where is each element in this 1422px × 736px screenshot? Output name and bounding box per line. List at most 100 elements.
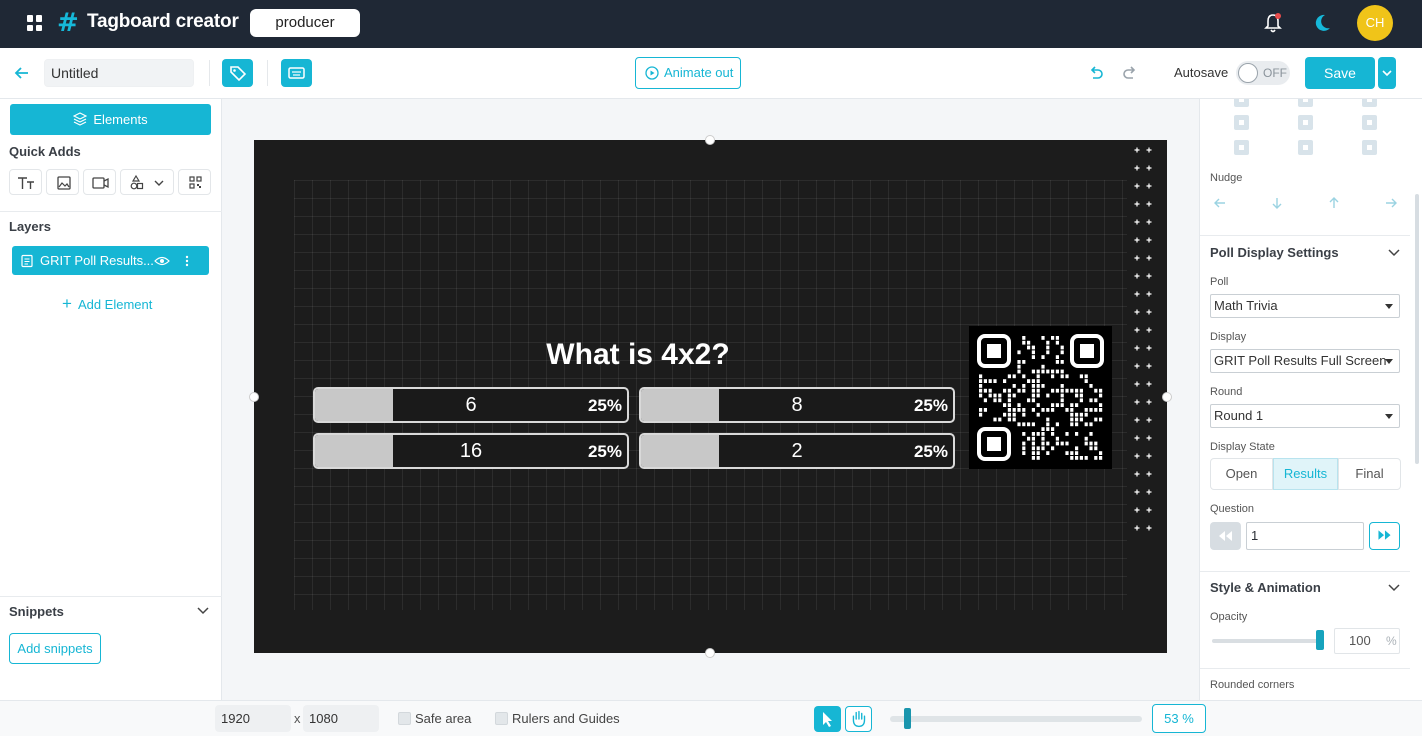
align-middle-right[interactable] bbox=[1362, 115, 1377, 130]
canvas-width-input[interactable]: 1920 bbox=[215, 705, 291, 732]
tagboard-logo-icon: # bbox=[57, 8, 79, 38]
elements-label: Elements bbox=[93, 112, 148, 127]
layer-name: GRIT Poll Results... bbox=[40, 253, 154, 268]
resize-handle-bottom[interactable] bbox=[705, 648, 715, 658]
add-qr-button[interactable] bbox=[178, 169, 211, 195]
round-label: Round bbox=[1210, 386, 1243, 398]
align-middle-center[interactable] bbox=[1298, 115, 1313, 130]
resize-handle-right[interactable] bbox=[1162, 392, 1172, 402]
state-final-button[interactable]: Final bbox=[1338, 458, 1401, 490]
more-vertical-icon[interactable] bbox=[185, 255, 189, 267]
chevron-down-icon[interactable] bbox=[1387, 583, 1401, 593]
keyboard-icon bbox=[288, 67, 305, 79]
poll-option-label: 8 bbox=[791, 394, 803, 416]
graphic-title-input[interactable] bbox=[44, 59, 194, 87]
plus-icon: + bbox=[62, 294, 72, 313]
next-question-button[interactable] bbox=[1369, 522, 1400, 550]
rounded-corners-label: Rounded corners bbox=[1210, 679, 1295, 691]
undo-icon[interactable] bbox=[1086, 63, 1106, 83]
poll-label: Poll bbox=[1210, 276, 1229, 288]
save-button[interactable]: Save bbox=[1305, 57, 1375, 89]
zoom-level-display[interactable]: 53 % bbox=[1152, 704, 1206, 733]
user-avatar[interactable]: CH bbox=[1357, 5, 1393, 41]
tag-button[interactable] bbox=[222, 59, 253, 87]
decorative-plus-pattern bbox=[1134, 147, 1152, 531]
divider bbox=[1200, 571, 1410, 572]
safe-area-checkbox[interactable] bbox=[398, 712, 411, 725]
layers-icon bbox=[73, 112, 88, 126]
poll-option: 2 25% bbox=[639, 433, 955, 469]
autosave-toggle[interactable]: OFF bbox=[1236, 61, 1290, 85]
notifications-bell-icon[interactable] bbox=[1263, 12, 1283, 34]
opacity-slider-track[interactable] bbox=[1212, 639, 1320, 643]
opacity-unit: % bbox=[1386, 634, 1397, 648]
animate-out-button[interactable]: Animate out bbox=[635, 57, 741, 89]
state-open-button[interactable]: Open bbox=[1210, 458, 1273, 490]
pan-tool-button[interactable] bbox=[845, 706, 872, 732]
keyboard-button[interactable] bbox=[281, 59, 312, 87]
apps-grid-icon[interactable] bbox=[27, 15, 43, 31]
add-element-link[interactable]: + Add Element bbox=[62, 294, 152, 314]
add-element-label: Add Element bbox=[77, 297, 153, 312]
align-top-left[interactable] bbox=[1234, 99, 1249, 107]
add-text-button[interactable] bbox=[9, 169, 42, 195]
workspace-switcher[interactable]: producer bbox=[250, 9, 360, 37]
zoom-slider-thumb[interactable] bbox=[904, 708, 911, 729]
select-tool-button[interactable] bbox=[814, 706, 841, 732]
display-select-value: GRIT Poll Results Full Screen bbox=[1214, 353, 1387, 368]
properties-panel: Nudge Poll Display Settings Poll Math Tr… bbox=[1199, 99, 1422, 700]
nudge-left-arrow-icon[interactable] bbox=[1212, 195, 1228, 211]
rulers-guides-checkbox[interactable] bbox=[495, 712, 508, 725]
elements-tab[interactable]: Elements bbox=[10, 104, 211, 135]
panel-scrollbar[interactable] bbox=[1415, 194, 1419, 464]
animate-out-label: Animate out bbox=[664, 65, 734, 80]
nudge-up-arrow-icon[interactable] bbox=[1326, 195, 1342, 211]
chevron-down-icon[interactable] bbox=[1387, 248, 1401, 258]
canvas-height-input[interactable]: 1080 bbox=[303, 705, 379, 732]
add-image-button[interactable] bbox=[46, 169, 79, 195]
align-bottom-center[interactable] bbox=[1298, 140, 1313, 155]
state-results-button[interactable]: Results bbox=[1273, 458, 1338, 490]
display-select[interactable]: GRIT Poll Results Full Screen bbox=[1210, 349, 1400, 373]
resize-handle-left[interactable] bbox=[249, 392, 259, 402]
add-snippets-button[interactable]: Add snippets bbox=[9, 633, 101, 664]
dark-mode-moon-icon[interactable] bbox=[1312, 12, 1332, 34]
fast-forward-icon bbox=[1378, 530, 1391, 540]
dimension-separator: x bbox=[294, 711, 301, 726]
align-bottom-left[interactable] bbox=[1234, 140, 1249, 155]
add-video-button[interactable] bbox=[83, 169, 116, 195]
round-select[interactable]: Round 1 bbox=[1210, 404, 1400, 428]
layers-heading: Layers bbox=[9, 219, 51, 234]
redo-icon[interactable] bbox=[1120, 63, 1140, 83]
poll-option-percent: 25% bbox=[913, 396, 948, 415]
add-shape-button[interactable] bbox=[120, 169, 174, 195]
caret-down-icon bbox=[1385, 414, 1393, 419]
save-options-dropdown[interactable] bbox=[1378, 57, 1396, 89]
align-top-right[interactable] bbox=[1362, 99, 1377, 107]
poll-option-percent: 25% bbox=[587, 442, 622, 461]
visibility-eye-icon[interactable] bbox=[154, 255, 170, 267]
layer-item-grit-poll-results[interactable]: GRIT Poll Results... bbox=[12, 246, 209, 275]
align-bottom-right[interactable] bbox=[1362, 140, 1377, 155]
toggle-knob bbox=[1238, 63, 1258, 83]
poll-question: What is 4x2? bbox=[546, 338, 730, 371]
chevron-down-icon[interactable] bbox=[196, 606, 210, 616]
poll-select[interactable]: Math Trivia bbox=[1210, 294, 1400, 318]
align-middle-left[interactable] bbox=[1234, 115, 1249, 130]
align-top-center[interactable] bbox=[1298, 99, 1313, 107]
question-number-input[interactable]: 1 bbox=[1246, 522, 1364, 550]
zoom-slider-track[interactable] bbox=[890, 716, 1142, 722]
display-label: Display bbox=[1210, 331, 1247, 343]
qr-code-image bbox=[969, 326, 1112, 469]
resize-handle-top[interactable] bbox=[705, 135, 715, 145]
video-icon bbox=[92, 177, 109, 189]
toolbar-divider bbox=[209, 60, 210, 86]
poll-option-fill bbox=[315, 435, 393, 467]
nudge-down-arrow-icon[interactable] bbox=[1269, 195, 1285, 211]
back-arrow-icon[interactable] bbox=[12, 63, 32, 83]
opacity-slider-thumb[interactable] bbox=[1316, 630, 1324, 650]
nudge-right-arrow-icon[interactable] bbox=[1383, 195, 1399, 211]
previous-question-button[interactable] bbox=[1210, 522, 1241, 550]
rewind-icon bbox=[1219, 531, 1232, 541]
poll-option-fill bbox=[641, 389, 719, 421]
